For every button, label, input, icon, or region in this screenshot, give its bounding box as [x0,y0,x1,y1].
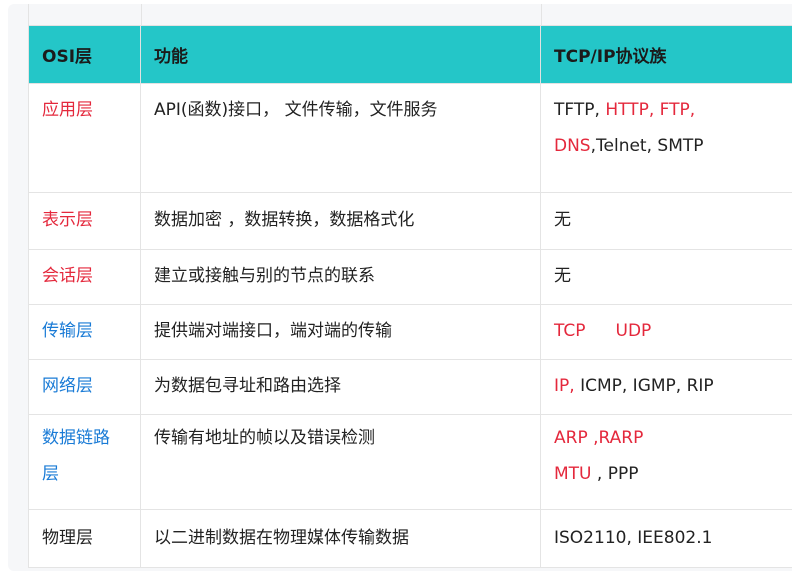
table-row: 数据链路层 传输有地址的帧以及错误检测 ARP ,RARP MTU , PPP [28,414,792,510]
function-transport: 提供端对端接口，端对端的传输 [154,321,392,341]
protocol-text: ICMP, IGMP, RIP [574,376,714,396]
protocol-ftp: FTP, [659,100,696,120]
protocol-none: 无 [554,266,571,286]
protocol-text: TFTP, [554,100,606,120]
function-data-link: 传输有地址的帧以及错误检测 [154,428,375,448]
protocol-udp: UDP [615,321,652,341]
protocol-text: , PPP [591,464,639,484]
layer-session: 会话层 [42,266,93,286]
table-row: 表示层 数据加密 ，数据转换，数据格式化 无 [28,192,792,250]
function-session: 建立或接触与别的节点的联系 [154,266,375,286]
layer-application: 应用层 [42,100,93,120]
protocol-none: 无 [554,210,571,230]
protocol-http: HTTP, [605,100,655,120]
layer-presentation: 表示层 [42,210,93,230]
layer-data-link: 数据链路层 [42,428,110,484]
table-top-strip [28,4,792,25]
table-row: 物理层 以二进制数据在物理媒体传输数据 ISO2110, IEE802.1 [28,509,792,568]
function-network: 为数据包寻址和路由选择 [154,376,341,396]
table-row: 传输层 提供端对端接口，端对端的传输 TCP UDP [28,304,792,360]
protocol-text: ,Telnet, SMTP [590,136,704,156]
header-function: 功能 [140,25,541,84]
layer-physical: 物理层 [42,528,93,548]
osi-table: OSI层 功能 TCP/IP协议族 应用层 API(函数)接口， 文件传输，文件… [28,25,792,568]
header-osi-layer: OSI层 [28,25,141,84]
header-protocol: TCP/IP协议族 [540,25,792,84]
protocol-ip: IP, [554,376,575,396]
function-presentation: 数据加密 ，数据转换，数据格式化 [154,210,415,230]
function-application: API(函数)接口， 文件传输，文件服务 [154,100,438,120]
protocol-text: ISO2110, IEE802.1 [554,528,713,548]
layer-transport: 传输层 [42,321,93,341]
protocol-dns: DNS [554,136,591,156]
table-header-row: OSI层 功能 TCP/IP协议族 [28,25,792,84]
table-row: 会话层 建立或接触与别的节点的联系 无 [28,249,792,305]
protocol-mtu: MTU [554,464,592,484]
function-physical: 以二进制数据在物理媒体传输数据 [154,528,409,548]
layer-network: 网络层 [42,376,93,396]
protocol-arp: ARP ,RARP [554,428,644,448]
protocol-tcp: TCP [554,321,586,341]
table-row: 应用层 API(函数)接口， 文件传输，文件服务 TFTP, HTTP, FTP… [28,83,792,193]
table-row: 网络层 为数据包寻址和路由选择 IP, ICMP, IGMP, RIP [28,359,792,415]
